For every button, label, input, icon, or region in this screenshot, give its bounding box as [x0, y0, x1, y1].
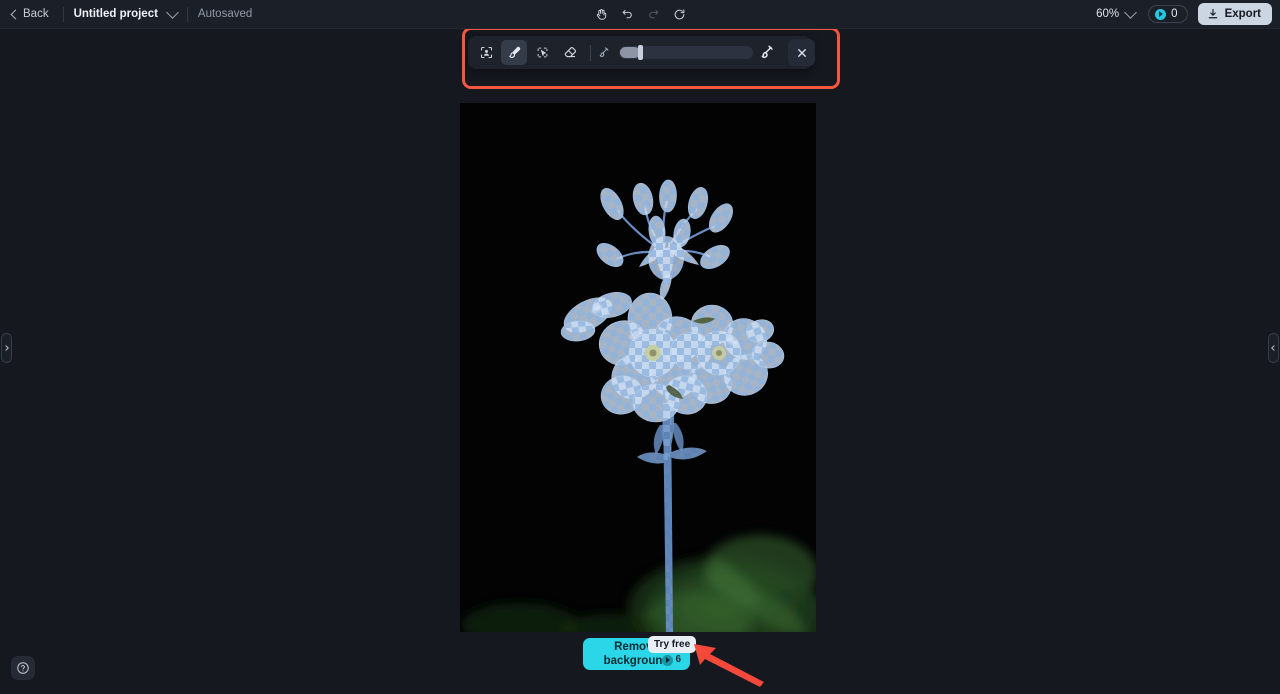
chevron-left-icon [10, 9, 21, 19]
help-button[interactable] [11, 656, 35, 680]
chevron-down-icon[interactable] [166, 5, 179, 19]
credits-count: 0 [1171, 8, 1178, 20]
top-bar-left: Back Untitled project Autosaved [0, 0, 252, 28]
redo-icon [648, 9, 658, 18]
eraser-icon [564, 46, 576, 58]
chevron-right-icon [3, 345, 9, 351]
coin-icon [662, 654, 674, 666]
download-icon [1208, 8, 1217, 19]
pointer-arrow-annotation [694, 644, 764, 687]
top-bar: Back Untitled project Autosaved 60% 0 Ex… [0, 0, 1280, 29]
export-label: Export [1224, 8, 1261, 20]
brush-size-knob[interactable] [638, 45, 643, 60]
autosave-status: Autosaved [197, 8, 253, 20]
cta-credit-cost: 6 [662, 653, 681, 667]
hand-tool-button[interactable] [589, 4, 613, 25]
close-toolbar-button[interactable] [788, 39, 815, 66]
brush-size-slider[interactable] [598, 45, 776, 61]
divider [590, 44, 591, 61]
photo-flower [460, 103, 816, 632]
hand-icon [596, 8, 606, 20]
help-circle-icon [17, 662, 29, 674]
cta-label-line2: background [603, 655, 670, 667]
edit-toolbar [468, 36, 815, 69]
brush-tool-button[interactable] [501, 40, 527, 65]
cta-cost-value: 6 [675, 654, 681, 665]
undo-button[interactable] [615, 4, 639, 25]
reset-button[interactable] [667, 4, 691, 25]
brush-size-track[interactable] [619, 45, 753, 60]
try-free-badge[interactable]: Try free [648, 636, 697, 653]
project-name[interactable]: Untitled project [74, 8, 158, 20]
right-panel-handle[interactable] [1268, 333, 1279, 363]
zoom-control[interactable]: 60% [1093, 5, 1138, 23]
divider [62, 6, 64, 22]
brush-large-icon [761, 45, 773, 58]
close-icon [797, 48, 806, 57]
divider [186, 6, 188, 22]
undo-icon [622, 9, 632, 18]
brush-icon [508, 46, 520, 58]
redo-button[interactable] [641, 4, 665, 25]
back-label: Back [23, 8, 49, 20]
image-canvas[interactable] [460, 103, 816, 632]
magic-select-tool-button[interactable] [529, 40, 555, 65]
back-button[interactable]: Back [8, 6, 53, 22]
credits-indicator[interactable]: 0 [1148, 5, 1188, 23]
select-subject-icon [480, 46, 492, 59]
refresh-icon [674, 8, 684, 19]
top-bar-right: 60% 0 Export [1093, 0, 1272, 28]
coin-icon [1155, 8, 1167, 20]
select-subject-tool-button[interactable] [473, 40, 499, 65]
eraser-tool-button[interactable] [557, 40, 583, 65]
brush-small-icon [599, 46, 609, 57]
top-bar-center-tools [589, 0, 691, 28]
lasso-cursor-icon [537, 47, 547, 58]
chevron-left-icon [1271, 345, 1277, 351]
left-panel-handle[interactable] [1, 333, 12, 363]
app-root: Back Untitled project Autosaved 60% 0 Ex… [0, 0, 1280, 694]
zoom-level-label: 60% [1096, 8, 1120, 20]
chevron-down-icon [1124, 5, 1138, 19]
remove-background-cta: Remove background 6 Try free [583, 636, 697, 670]
export-button[interactable]: Export [1197, 3, 1272, 25]
brush-size-fill [620, 47, 640, 58]
